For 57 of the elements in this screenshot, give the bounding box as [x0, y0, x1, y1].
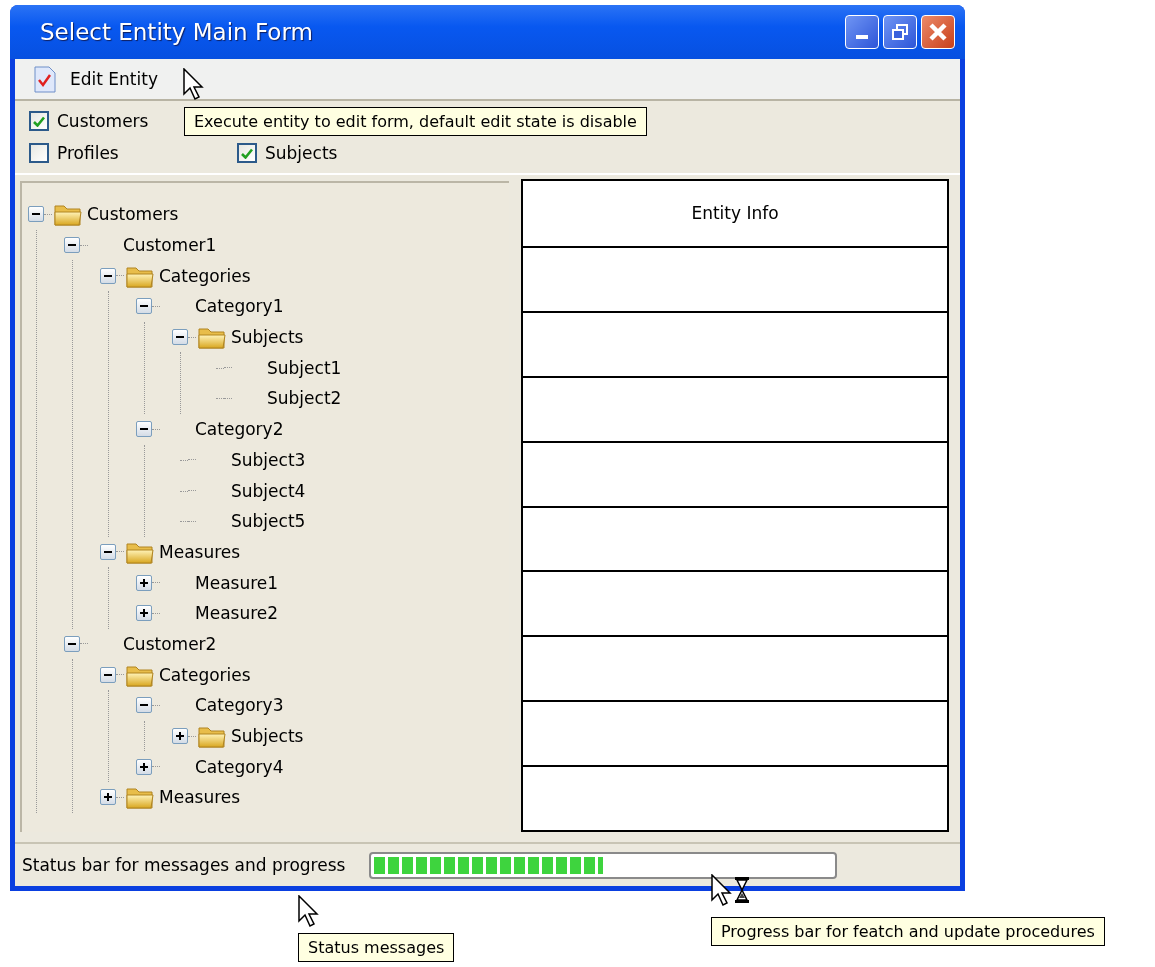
- collapse-icon[interactable]: [100, 666, 116, 683]
- minimize-icon: [856, 35, 868, 39]
- tree-item[interactable]: Category2: [195, 419, 284, 440]
- collapse-icon[interactable]: [100, 543, 116, 560]
- edit-entity-button[interactable]: Edit Entity: [30, 63, 162, 95]
- checkbox-label[interactable]: Subjects: [265, 143, 338, 163]
- checkbox-box[interactable]: [29, 143, 49, 163]
- checkbox-box[interactable]: [237, 143, 257, 163]
- expand-icon[interactable]: [136, 605, 152, 622]
- collapse-icon[interactable]: [136, 421, 152, 438]
- window-title: Select Entity Main Form: [40, 19, 313, 45]
- document-check-icon: [34, 65, 56, 93]
- collapse-icon[interactable]: [136, 298, 152, 315]
- tooltip: Progress bar for featch and update procedures: [711, 917, 1105, 946]
- collapse-icon[interactable]: [172, 329, 188, 346]
- tooltip: Execute entity to edit form, default edit state is disable: [184, 107, 647, 136]
- expand-icon[interactable]: [136, 758, 152, 775]
- tree-item[interactable]: Categories: [159, 664, 251, 685]
- tree-item[interactable]: Subject1: [267, 357, 342, 378]
- checkbox-label[interactable]: Customers: [57, 111, 149, 131]
- collapse-icon[interactable]: [28, 206, 44, 223]
- tree-item[interactable]: Category4: [195, 756, 284, 777]
- tooltip: Status messages: [298, 933, 455, 962]
- restore-button[interactable]: [883, 15, 917, 49]
- tree-item[interactable]: Measures: [159, 787, 241, 808]
- tree-item[interactable]: Measure1: [195, 572, 279, 593]
- tree-item[interactable]: Customers: [87, 204, 179, 225]
- collapse-icon[interactable]: [100, 267, 116, 284]
- tree-item[interactable]: Customer2: [123, 633, 217, 654]
- tree-item[interactable]: Subjects: [231, 726, 304, 747]
- checkbox-box[interactable]: [29, 111, 49, 131]
- tree-item[interactable]: Categories: [159, 265, 251, 286]
- collapse-icon[interactable]: [64, 237, 80, 254]
- cursor-icon: [183, 68, 204, 101]
- close-button[interactable]: [921, 15, 955, 49]
- cursor-icon: [298, 895, 319, 928]
- expand-icon[interactable]: [136, 574, 152, 591]
- tree-item[interactable]: Category1: [195, 296, 284, 317]
- close-icon: [929, 23, 947, 41]
- expand-icon[interactable]: [100, 789, 116, 806]
- tree-item[interactable]: Subject5: [231, 511, 306, 532]
- tree-item[interactable]: Subject4: [231, 480, 306, 501]
- collapse-icon[interactable]: [64, 635, 80, 652]
- tree-item[interactable]: Subject3: [231, 449, 306, 470]
- restore-icon: [892, 24, 908, 40]
- expand-icon[interactable]: [172, 728, 188, 745]
- tree-item[interactable]: Measure2: [195, 603, 279, 624]
- tree-item[interactable]: Category3: [195, 695, 284, 716]
- collapse-icon[interactable]: [136, 697, 152, 714]
- tree-item[interactable]: Measures: [159, 541, 241, 562]
- tree-item[interactable]: Customer1: [123, 235, 217, 256]
- status-message: Status bar for messages and progress: [22, 855, 346, 875]
- minimize-button[interactable]: [845, 15, 879, 49]
- tree-item[interactable]: Subjects: [231, 327, 304, 348]
- tree-item[interactable]: Subject2: [267, 388, 342, 409]
- table-header: Entity Info: [691, 203, 779, 224]
- checkbox-label[interactable]: Profiles: [57, 143, 119, 163]
